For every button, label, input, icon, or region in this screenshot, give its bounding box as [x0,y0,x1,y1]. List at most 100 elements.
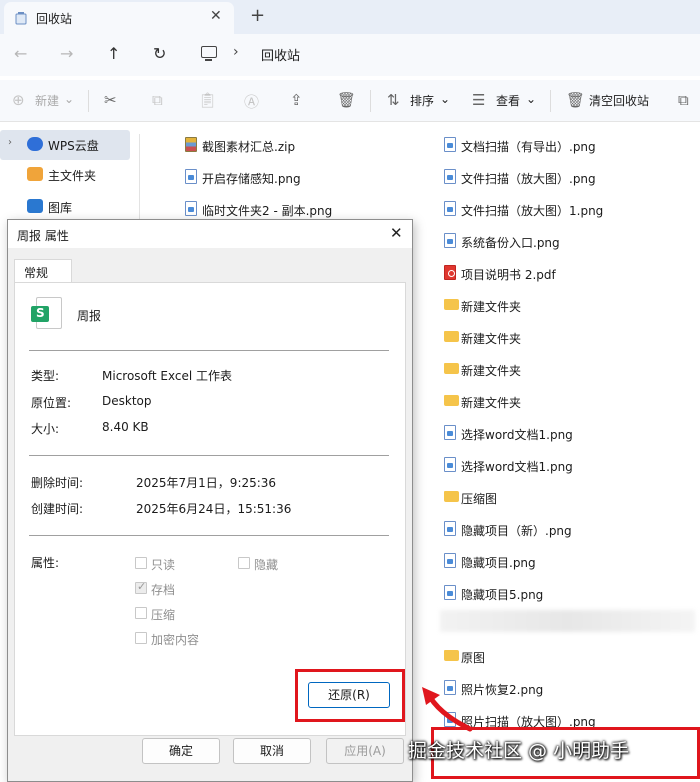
file-name: 截图素材汇总.zip [202,140,296,154]
tab-title: 回收站 [36,12,73,26]
copy-icon[interactable]: ⧉ [152,91,163,109]
cancel-button[interactable]: 取消 [233,738,311,764]
size-label: 大小: [31,422,60,436]
this-pc-icon[interactable] [201,46,217,61]
image-file-icon [444,553,456,568]
dialog-title: 周报 属性 [17,229,69,243]
refresh-icon[interactable]: ↻ [153,44,166,63]
folder-icon [444,363,459,374]
size-value: 8.40 KB [102,420,149,434]
chevron-right-icon[interactable]: › [8,137,12,148]
divider [29,455,389,456]
file-name: 隐藏项目.png [461,556,536,570]
navigation-pane: › WPS云盘 主文件夹 图库 [0,122,140,244]
created-time-label: 创建时间: [31,502,84,516]
sort-icon: ⇅ [387,91,400,109]
new-plus-icon: ⊕ [12,91,25,109]
annotation-arrow-icon [422,687,473,732]
close-tab-icon[interactable]: ✕ [210,8,222,24]
breadcrumb[interactable]: 回收站 [261,45,300,64]
properties-dialog: 周报 属性 ✕ 常规 周报 类型: Microsoft Excel 工作表 原位… [7,219,413,782]
divider [29,535,389,536]
file-name: 选择word文档1.png [461,428,573,442]
chevron-down-icon: ⌄ [526,92,537,106]
folder-icon [444,299,459,310]
deleted-time-label: 删除时间: [31,476,84,490]
excel-file-icon [31,297,62,329]
checkbox-box[interactable] [135,607,147,619]
ok-button[interactable]: 确定 [142,738,220,764]
file-name: 系统备份入口.png [461,236,560,250]
toolbar-divider [88,90,89,112]
file-name: 项目说明书 2.pdf [461,268,556,282]
cut-icon[interactable]: ✂ [104,91,117,109]
toolbar-divider [550,90,551,112]
toolbar-divider [370,90,371,112]
close-icon[interactable]: ✕ [390,224,403,242]
trash-icon: 🗑︎ [566,91,586,109]
file-name: 临时文件夹2 - 副本.png [202,204,333,218]
home-icon [27,167,43,181]
file-name-field[interactable]: 周报 [77,307,101,324]
folder-icon [444,331,459,342]
checkbox-box[interactable] [135,580,147,594]
chevron-down-icon: ⌄ [64,92,75,106]
attributes-label: 属性: [31,556,60,570]
file-name: 新建文件夹 [461,364,522,378]
file-name: 文件扫描（放大图）1.png [461,204,604,218]
sidebar-item-wps-cloud[interactable]: › WPS云盘 [0,130,130,160]
empty-recycle-bin-button[interactable]: 清空回收站 [589,92,649,109]
image-file-icon [444,457,456,472]
chevron-right-icon[interactable]: › [233,44,239,60]
image-file-icon [444,137,456,152]
folder-icon [444,491,459,502]
highlight-box [295,669,405,722]
file-name: 文件扫描（放大图）.png [461,172,596,186]
delete-icon[interactable]: 🗑︎ [337,91,356,109]
view-button[interactable]: 查看 [496,92,520,109]
watermark: 掘金技术社区 @ 小明助手 [408,740,630,762]
tab-recycle-bin[interactable]: 回收站 ✕ [4,2,234,34]
tab-general[interactable]: 常规 [14,259,72,283]
blurred-list-item [440,610,695,632]
sidebar-item-home[interactable]: 主文件夹 [0,160,130,190]
navigation-bar: ← → ↑ ↻ › 回收站 [0,34,700,76]
rename-icon[interactable]: Ⓐ [244,91,259,112]
paste-icon[interactable]: 📋︎ [198,91,217,109]
location-value: Desktop [102,394,152,408]
dialog-title-bar[interactable]: 周报 属性 ✕ [8,220,412,248]
up-arrow-icon[interactable]: ↑ [107,44,120,63]
forward-arrow-icon[interactable]: → [60,44,73,63]
checkbox-label: 加密内容 [151,633,200,647]
file-name: 新建文件夹 [461,332,522,346]
checkbox-box[interactable] [135,632,147,644]
file-name: 新建文件夹 [461,300,522,314]
tab-general-label: 常规 [24,266,49,280]
image-file-icon [444,585,456,600]
checkbox-label: 隐藏 [254,558,279,572]
restore-items-icon[interactable]: ⧉ [678,91,689,109]
apply-button[interactable]: 应用(A) [326,738,404,764]
file-name: 压缩图 [461,492,498,506]
new-button[interactable]: 新建 [35,92,59,109]
file-name: 新建文件夹 [461,396,522,410]
checkbox-box[interactable] [238,557,250,569]
sort-button[interactable]: 排序 [410,92,434,109]
image-file-icon [444,169,456,184]
file-name: 文档扫描（有导出）.png [461,140,596,154]
divider [29,350,389,351]
created-time-value: 2025年6月24日，15:51:36 [136,502,292,516]
back-arrow-icon[interactable]: ← [14,44,27,63]
sidebar-item-gallery[interactable]: 图库 [0,192,130,222]
tab-bar: 回收站 ✕ + [0,0,700,34]
checkbox-label: 压缩 [151,608,176,622]
gallery-icon [27,199,43,213]
zip-file-icon [185,137,197,152]
new-tab-button[interactable]: + [250,5,265,26]
sidebar-item-label: 图库 [48,201,73,215]
image-file-icon [185,201,197,216]
file-name: 隐藏项目（新）.png [461,524,572,538]
checkbox-box[interactable] [135,557,147,569]
image-file-icon [185,169,197,184]
share-icon[interactable]: ⇪ [290,91,303,109]
